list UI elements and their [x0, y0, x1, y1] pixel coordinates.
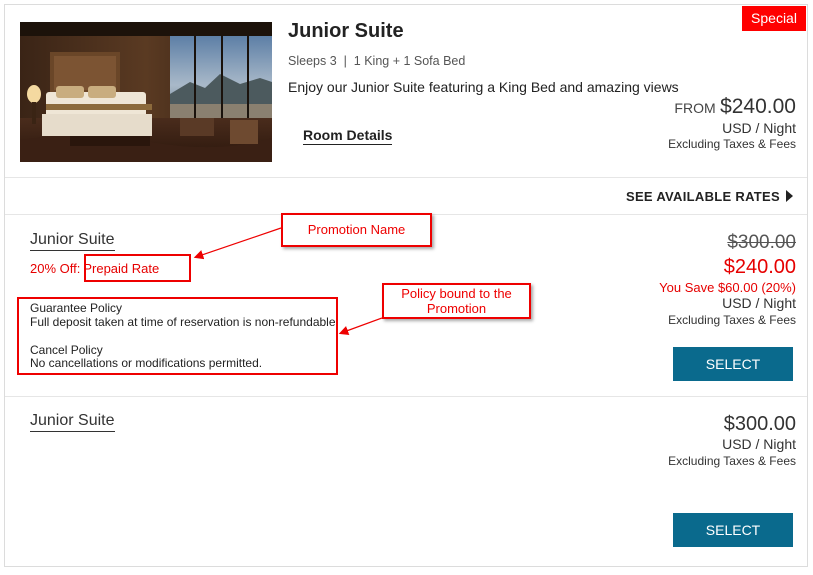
room-photo-illustration	[20, 22, 272, 162]
select-button[interactable]: SELECT	[673, 513, 793, 547]
rate-taxes-note: Excluding Taxes & Fees	[668, 454, 796, 468]
annotation-policy: Policy bound to the Promotion	[382, 283, 531, 319]
from-taxes-note: Excluding Taxes & Fees	[668, 137, 796, 151]
promo-price: $240.00	[723, 256, 796, 278]
room-photo	[20, 22, 272, 162]
room-occupancy: Sleeps 3 | 1 King + 1 Sofa Bed	[288, 54, 466, 68]
rate-taxes-note: Excluding Taxes & Fees	[668, 313, 796, 327]
from-price-block: FROM $240.00	[674, 95, 796, 119]
promotion-name-highlight	[84, 254, 191, 282]
from-label: FROM	[674, 100, 716, 116]
room-title: Junior Suite	[288, 20, 404, 42]
room-description: Enjoy our Junior Suite featuring a King …	[288, 79, 679, 95]
caret-right-icon	[786, 190, 793, 202]
annotation-policy-line2: Promotion	[426, 301, 487, 316]
rate-unit: USD / Night	[722, 436, 796, 452]
original-price: $300.00	[727, 232, 796, 253]
rate-title[interactable]: Junior Suite	[30, 412, 115, 432]
see-available-rates-toggle[interactable]: SEE AVAILABLE RATES	[626, 189, 793, 204]
from-unit: USD / Night	[722, 120, 796, 136]
select-button[interactable]: SELECT	[673, 347, 793, 381]
see-available-rates-label: SEE AVAILABLE RATES	[625, 189, 780, 204]
promotion-discount: 20% Off:	[30, 261, 81, 276]
savings-text: You Save $60.00 (20%)	[659, 280, 796, 295]
annotation-promotion-name: Promotion Name	[281, 213, 432, 247]
policy-highlight	[17, 297, 338, 375]
rate-title[interactable]: Junior Suite	[30, 231, 115, 251]
divider	[5, 177, 807, 178]
from-price: $240.00	[720, 95, 796, 118]
rate-price: $300.00	[723, 413, 796, 435]
divider	[5, 396, 807, 397]
rate-unit: USD / Night	[722, 295, 796, 311]
room-details-link[interactable]: Room Details	[303, 127, 393, 145]
special-badge: Special	[742, 6, 806, 31]
annotation-policy-line1: Policy bound to the	[401, 286, 512, 301]
